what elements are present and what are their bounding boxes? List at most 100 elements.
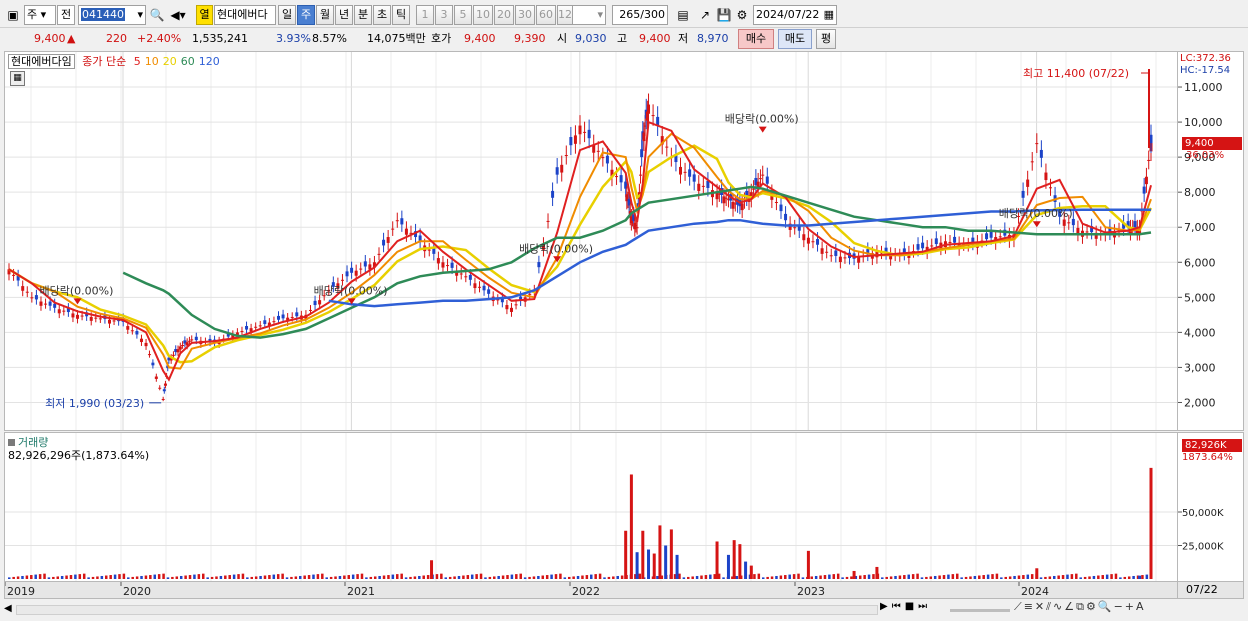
- candle-body: [1085, 231, 1089, 233]
- search-icon[interactable]: 🔍: [148, 5, 166, 25]
- candle-body: [432, 248, 436, 254]
- chevron-down-icon[interactable]: ▾: [597, 6, 603, 24]
- volume-bar: [722, 577, 725, 579]
- window-menu-icon[interactable]: ▣: [4, 5, 22, 25]
- volume-bar: [60, 575, 64, 579]
- zoom-icon[interactable]: 🔍: [1098, 600, 1114, 613]
- candle-body: [793, 227, 797, 229]
- volume-bar: [810, 576, 813, 579]
- volume-bar: [188, 575, 192, 579]
- candle-body: [740, 203, 744, 211]
- gear-icon[interactable]: ⚙: [733, 5, 751, 25]
- settings-icon[interactable]: ⚙: [1086, 600, 1098, 613]
- volume-bar: [25, 575, 29, 579]
- zoom-slider[interactable]: [950, 609, 1010, 612]
- period-button-1[interactable]: 주: [297, 5, 315, 25]
- data-count-field[interactable]: 265/300: [612, 5, 668, 25]
- current-price-tag: 9,400: [1182, 137, 1242, 150]
- calendar-icon[interactable]: ▦: [824, 6, 834, 24]
- stop-icon[interactable]: ■: [905, 601, 918, 612]
- ma-label: 종가 단순: [82, 55, 127, 68]
- market-type-select[interactable]: 주 ▾: [24, 5, 56, 25]
- line-tool-icon[interactable]: ↗: [696, 5, 714, 25]
- interval-button-10[interactable]: 10: [473, 5, 493, 25]
- interval-button-30[interactable]: 30: [515, 5, 535, 25]
- speaker-icon[interactable]: ◀▾: [166, 5, 190, 25]
- candle-body: [560, 164, 564, 173]
- candle-body: [154, 376, 158, 379]
- table-toggle-icon[interactable]: ▦: [10, 71, 25, 86]
- evaluate-button[interactable]: 평: [816, 29, 836, 49]
- volume-bar: [38, 574, 42, 579]
- candle-body: [404, 228, 408, 235]
- price-chart[interactable]: 최고 11,400 (07/22) 최저 1,990 (03/23) 배당락(0.0…: [5, 52, 1177, 430]
- font-size-icon[interactable]: A: [1136, 600, 1146, 613]
- candle-body: [427, 249, 431, 251]
- fast-forward-icon[interactable]: ⏭: [918, 601, 931, 612]
- candle-body: [308, 309, 312, 311]
- crosshair-icon[interactable]: ✕: [1035, 600, 1046, 613]
- volume-bar: [664, 545, 668, 579]
- channel-tool-icon[interactable]: ⫽: [1046, 600, 1053, 613]
- volume-bar: [144, 575, 148, 579]
- rewind-icon[interactable]: ⏮: [892, 601, 905, 612]
- copy-icon[interactable]: ⧉: [1076, 600, 1086, 613]
- data-count-value: 265: [619, 8, 641, 21]
- candle-type-icon[interactable]: ▤: [674, 5, 692, 25]
- volume-bar: [396, 574, 399, 579]
- volume-bar: [757, 573, 761, 579]
- interval-button-3[interactable]: 3: [435, 5, 453, 25]
- interval-button-60[interactable]: 60: [536, 5, 556, 25]
- minus-icon[interactable]: −: [1114, 600, 1125, 613]
- period-button-5[interactable]: 초: [373, 5, 391, 25]
- ma-period-10: 10: [144, 55, 159, 68]
- volume-bar: [16, 576, 20, 579]
- candle-body: [313, 300, 317, 306]
- stock-code-input[interactable]: 041440 ▾: [78, 5, 146, 25]
- volume-chart[interactable]: [5, 433, 1177, 581]
- volume-bar: [52, 576, 55, 579]
- interval-button-20[interactable]: 20: [494, 5, 514, 25]
- wave-icon[interactable]: ∿: [1053, 600, 1064, 613]
- volume-bar: [982, 575, 985, 579]
- favorite-flag-button[interactable]: 열: [196, 5, 213, 25]
- scroll-right-icon[interactable]: ▶: [880, 601, 892, 612]
- volume-chart-panel[interactable]: 거래량 82,926,296주(1,873.64%): [4, 432, 1178, 582]
- save-icon[interactable]: 💾: [715, 5, 733, 25]
- volume-bar: [1101, 575, 1104, 579]
- horizontal-scrollbar[interactable]: [16, 605, 878, 615]
- line-tool-icon[interactable]: ⟋: [1014, 600, 1024, 613]
- buy-button[interactable]: 매수: [738, 29, 774, 49]
- volume-bar: [1141, 575, 1144, 579]
- range-type-select[interactable]: 전: [57, 5, 75, 25]
- chevron-down-icon[interactable]: ▾: [137, 6, 143, 24]
- period-button-4[interactable]: 분: [354, 5, 372, 25]
- period-button-2[interactable]: 월: [316, 5, 334, 25]
- period-button-3[interactable]: 년: [335, 5, 353, 25]
- angle-tool-icon[interactable]: ∠: [1064, 600, 1076, 613]
- volume-bar: [612, 576, 615, 579]
- ask-price-1: 9,400: [464, 32, 496, 45]
- volume-bar: [127, 577, 130, 579]
- plus-icon[interactable]: +: [1125, 600, 1136, 613]
- candle-body: [76, 314, 80, 319]
- candle-body: [1133, 221, 1137, 228]
- dividend-annotation: 배당락(0.00%): [314, 284, 388, 297]
- date-input[interactable]: 2024/07/22 ▦: [753, 5, 837, 25]
- interval-button-5[interactable]: 5: [454, 5, 472, 25]
- fibonacci-icon[interactable]: ≡: [1024, 600, 1035, 613]
- volume-bar: [1035, 568, 1039, 579]
- scroll-left-icon[interactable]: ◀: [4, 602, 14, 616]
- candle-body: [363, 261, 367, 267]
- volume-bar: [1044, 576, 1047, 579]
- sell-button[interactable]: 매도: [778, 29, 812, 49]
- period-button-6[interactable]: 틱: [392, 5, 410, 25]
- price-chart-panel[interactable]: 최고 11,400 (07/22) 최저 1,990 (03/23) 배당락(0.0…: [4, 51, 1178, 431]
- period-button-0[interactable]: 일: [278, 5, 296, 25]
- candle-body: [354, 270, 358, 276]
- candle-body: [583, 131, 587, 133]
- volume-bar: [523, 577, 527, 579]
- candle-body: [161, 398, 165, 400]
- interval-input[interactable]: ▾: [572, 5, 606, 25]
- interval-button-1[interactable]: 1: [416, 5, 434, 25]
